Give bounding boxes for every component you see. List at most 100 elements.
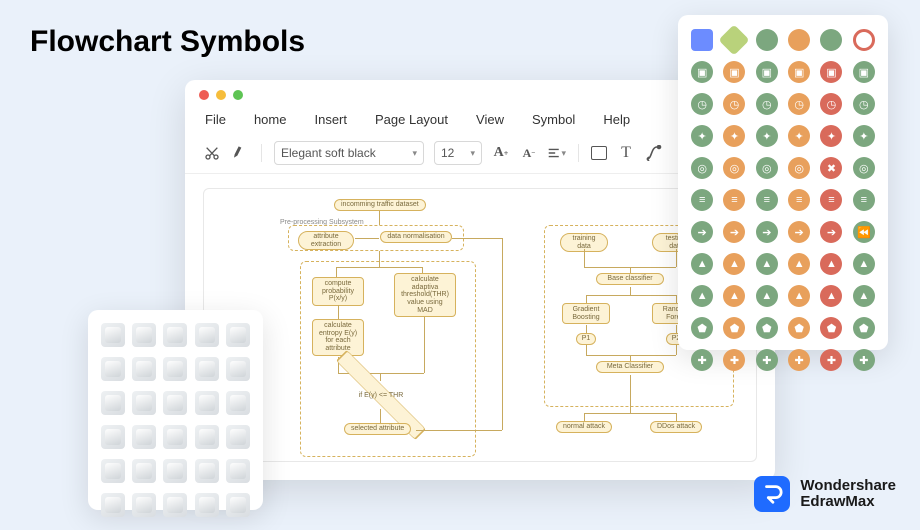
node-ddos-attack[interactable]: DDos attack: [650, 421, 702, 433]
node-selected-attribute[interactable]: selected attribute: [344, 423, 411, 435]
symbol-item[interactable]: ◷: [691, 93, 713, 115]
clipart-item[interactable]: [163, 493, 187, 517]
close-icon[interactable]: [199, 90, 209, 100]
symbol-item[interactable]: ✚: [853, 349, 875, 371]
clipart-item[interactable]: [226, 493, 250, 517]
menu-insert[interactable]: Insert: [314, 112, 347, 127]
clipart-item[interactable]: [226, 357, 250, 381]
symbol-item[interactable]: ▲: [691, 253, 713, 275]
clipart-item[interactable]: [195, 459, 219, 483]
node-calc-entropy[interactable]: calculate entropy E(y) for each attribut…: [312, 319, 364, 356]
symbol-item[interactable]: ⬟: [756, 317, 778, 339]
symbol-item[interactable]: ⬟: [723, 317, 745, 339]
symbol-item[interactable]: ✦: [723, 125, 745, 147]
symbol-item[interactable]: ▲: [788, 253, 810, 275]
clipart-item[interactable]: [163, 357, 187, 381]
symbol-item[interactable]: ≡: [723, 189, 745, 211]
clipart-item[interactable]: [226, 459, 250, 483]
symbol-item[interactable]: ⬟: [788, 317, 810, 339]
node-normal-attack[interactable]: normal attack: [556, 421, 612, 433]
format-painter-icon[interactable]: [231, 144, 249, 162]
clipart-item[interactable]: [101, 459, 125, 483]
clipart-item[interactable]: [195, 493, 219, 517]
font-family-select[interactable]: Elegant soft black ▾: [274, 141, 424, 165]
clipart-item[interactable]: [101, 391, 125, 415]
clipart-item[interactable]: [163, 391, 187, 415]
clipart-item[interactable]: [101, 323, 125, 347]
symbol-item[interactable]: ≡: [756, 189, 778, 211]
align-icon[interactable]: ▾: [548, 144, 566, 162]
symbol-item[interactable]: ▲: [756, 285, 778, 307]
symbol-item[interactable]: ◎: [691, 157, 713, 179]
node-data-norm[interactable]: data normalisation: [380, 231, 452, 243]
symbol-item[interactable]: ✦: [691, 125, 713, 147]
symbol-item[interactable]: ▲: [723, 253, 745, 275]
menu-help[interactable]: Help: [603, 112, 630, 127]
symbol-item[interactable]: ◷: [756, 93, 778, 115]
clipart-item[interactable]: [226, 425, 250, 449]
cut-icon[interactable]: [203, 144, 221, 162]
symbol-item[interactable]: ≡: [788, 189, 810, 211]
symbol-item[interactable]: ➔: [756, 221, 778, 243]
maximize-icon[interactable]: [233, 90, 243, 100]
clipart-item[interactable]: [163, 459, 187, 483]
font-size-select[interactable]: 12 ▾: [434, 141, 482, 165]
symbol-item[interactable]: ≡: [853, 189, 875, 211]
symbol-item[interactable]: ◎: [723, 157, 745, 179]
text-tool-icon[interactable]: T: [617, 144, 635, 162]
clipart-item[interactable]: [101, 425, 125, 449]
symbol-item[interactable]: [691, 29, 713, 51]
symbol-item[interactable]: [820, 29, 842, 51]
clipart-item[interactable]: [226, 323, 250, 347]
menu-symbol[interactable]: Symbol: [532, 112, 575, 127]
clipart-item[interactable]: [132, 391, 156, 415]
symbol-item[interactable]: ▲: [756, 253, 778, 275]
symbol-item[interactable]: ✚: [756, 349, 778, 371]
clipart-item[interactable]: [132, 323, 156, 347]
symbol-item[interactable]: ◎: [788, 157, 810, 179]
menu-home[interactable]: home: [254, 112, 287, 127]
node-attr-extract[interactable]: attribute extraction: [298, 231, 354, 250]
symbol-item[interactable]: ▲: [820, 253, 842, 275]
symbol-item[interactable]: [756, 29, 778, 51]
connector-tool-icon[interactable]: [645, 144, 663, 162]
menu-file[interactable]: File: [205, 112, 226, 127]
symbol-item[interactable]: ◎: [853, 157, 875, 179]
clipart-item[interactable]: [226, 391, 250, 415]
clipart-item[interactable]: [132, 493, 156, 517]
symbol-item[interactable]: [788, 29, 810, 51]
symbol-item[interactable]: ✦: [853, 125, 875, 147]
symbol-item[interactable]: ▣: [853, 61, 875, 83]
node-base-classifier[interactable]: Base classifier: [596, 273, 664, 285]
symbol-item[interactable]: ⬟: [853, 317, 875, 339]
symbol-item[interactable]: ⬟: [820, 317, 842, 339]
decrease-font-icon[interactable]: A−: [520, 144, 538, 162]
clipart-item[interactable]: [195, 357, 219, 381]
clipart-item[interactable]: [195, 425, 219, 449]
symbol-item[interactable]: ▲: [723, 285, 745, 307]
symbol-item[interactable]: ✚: [691, 349, 713, 371]
symbol-item[interactable]: ◷: [788, 93, 810, 115]
symbol-item[interactable]: ✦: [788, 125, 810, 147]
symbol-item[interactable]: ▲: [691, 285, 713, 307]
symbol-item[interactable]: [719, 24, 750, 55]
diagram-canvas[interactable]: incomming traffic dataset Pre-processing…: [203, 188, 757, 462]
node-incoming[interactable]: incomming traffic dataset: [334, 199, 426, 211]
symbol-item[interactable]: ≡: [691, 189, 713, 211]
clipart-item[interactable]: [132, 459, 156, 483]
symbol-item[interactable]: [853, 29, 875, 51]
symbol-item[interactable]: ◎: [756, 157, 778, 179]
increase-font-icon[interactable]: A+: [492, 144, 510, 162]
clipart-item[interactable]: [101, 357, 125, 381]
clipart-item[interactable]: [163, 425, 187, 449]
symbol-item[interactable]: ⏪: [853, 221, 875, 243]
clipart-item[interactable]: [195, 323, 219, 347]
symbol-item[interactable]: ✚: [788, 349, 810, 371]
node-gradient-boosting[interactable]: Gradient Boosting: [562, 303, 610, 324]
clipart-item[interactable]: [163, 323, 187, 347]
node-meta-classifier[interactable]: Meta Classifier: [596, 361, 664, 373]
symbol-item[interactable]: ◷: [853, 93, 875, 115]
symbol-item[interactable]: ➔: [723, 221, 745, 243]
node-compute-probability[interactable]: compute probability P(x/y): [312, 277, 364, 306]
symbol-item[interactable]: ✦: [756, 125, 778, 147]
